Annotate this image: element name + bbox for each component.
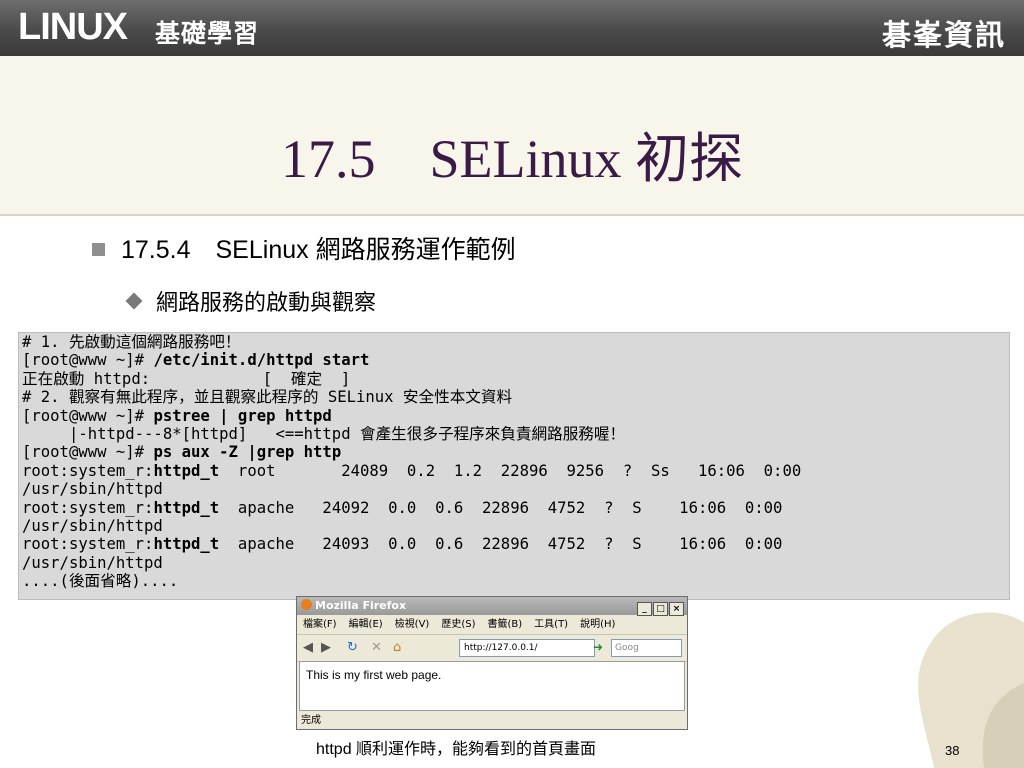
- browser-titlebar: Mozilla Firefox _ □ ×: [297, 597, 687, 617]
- code-line: # 2. 觀察有無此程序，並且觀察此程序的 SELinux 安全性本文資料: [22, 388, 801, 406]
- menu-item[interactable]: 檔案(F): [303, 619, 337, 630]
- back-icon[interactable]: ◀: [303, 640, 313, 655]
- go-icon[interactable]: ➜: [593, 640, 603, 654]
- brand-logo: LINUX: [18, 6, 128, 48]
- home-icon[interactable]: ⌂: [393, 640, 401, 655]
- code-text: root:system_r:: [22, 498, 154, 517]
- code-command: httpd_t: [153, 535, 220, 554]
- code-command: pstree | grep httpd: [153, 406, 332, 425]
- code-text: |-httpd---8*[httpd] <==httpd 會產生很多子程序來負責…: [22, 425, 626, 444]
- decorative-figure: [918, 612, 1024, 768]
- code-text: # 2. 觀察有無此程序，並且觀察此程序的 SELinux 安全性本文資料: [22, 388, 513, 407]
- code-line: /usr/sbin/httpd: [22, 517, 801, 535]
- code-text: apache 24092 0.0 0.6 22896 4752 ? S 16:0…: [219, 498, 783, 517]
- code-command: httpd_t: [153, 461, 220, 480]
- code-text: /usr/sbin/httpd: [22, 553, 163, 572]
- browser-window: Mozilla Firefox _ □ × 檔案(F) 編輯(E) 檢視(V) 歷史(S)…: [296, 596, 688, 730]
- status-bar: 完成: [301, 715, 321, 726]
- code-text: [root@www ~]#: [22, 443, 154, 462]
- code-text: apache 24093 0.0 0.6 22896 4752 ? S 16:0…: [219, 535, 783, 554]
- code-text: [root@www ~]#: [22, 406, 154, 425]
- menu-item[interactable]: 說明(H): [580, 619, 615, 630]
- brand-subtitle: 基礎學習: [155, 19, 260, 48]
- menu-item[interactable]: 工具(T): [534, 619, 568, 630]
- code-line: /usr/sbin/httpd: [22, 480, 801, 498]
- browser-content: This is my first web page.: [299, 661, 685, 711]
- slide-title: 17.5 SELinux 初探: [280, 129, 743, 189]
- code-line: root:system_r:httpd_t apache 24093 0.0 0…: [22, 535, 801, 553]
- code-text: [root@www ~]#: [22, 351, 154, 370]
- menu-item[interactable]: 檢視(V): [395, 619, 430, 630]
- code-line: |-httpd---8*[httpd] <==httpd 會產生很多子程序來負責…: [22, 425, 801, 443]
- code-text: root:system_r:: [22, 461, 154, 480]
- code-block: # 1. 先啟動這個網路服務吧！ [root@www ~]# /etc/init.…: [18, 332, 1010, 600]
- reload-icon[interactable]: ↻: [347, 640, 358, 655]
- menu-item[interactable]: 編輯(E): [349, 619, 383, 630]
- code-line: [root@www ~]# /etc/init.d/httpd start: [22, 351, 801, 369]
- forward-icon[interactable]: ▶: [321, 640, 331, 655]
- search-input[interactable]: Goog: [611, 639, 682, 657]
- bullet-level1: 17.5.4 SELinux 網路服務運作範例: [92, 230, 516, 266]
- close-icon[interactable]: ×: [669, 602, 684, 616]
- code-line: ....(後面省略)....: [22, 572, 801, 590]
- menu-item[interactable]: 書籤(B): [488, 619, 523, 630]
- address-bar[interactable]: http://127.0.0.1/: [459, 639, 595, 657]
- code-text: # 1. 先啟動這個網路服務吧！: [22, 333, 241, 351]
- browser-menubar: 檔案(F) 編輯(E) 檢視(V) 歷史(S) 書籤(B) 工具(T) 說明(H): [297, 615, 687, 635]
- code-text: /usr/sbin/httpd: [22, 517, 163, 536]
- bullet-level2: 網路服務的啟動與觀察: [125, 285, 377, 317]
- minimize-icon[interactable]: _: [637, 602, 652, 616]
- header-bar: LINUX 基礎學習 碁峯資訊: [0, 0, 1024, 56]
- code-line: root:system_r:httpd_t root 24089 0.2 1.2…: [22, 462, 801, 480]
- code-line: 正在啟動 httpd: [ 確定 ]: [22, 370, 801, 388]
- terminal-output: # 1. 先啟動這個網路服務吧！ [root@www ~]# /etc/init.…: [22, 333, 801, 591]
- code-command: httpd_t: [153, 498, 220, 517]
- bullet-level2-text: 網路服務的啟動與觀察: [156, 291, 377, 316]
- firefox-icon: [301, 599, 312, 610]
- browser-toolbar: ◀ ▶ ↻ ✕ ⌂ http://127.0.0.1/ ➜ Goog: [297, 635, 687, 662]
- diamond-bullet-icon: [125, 292, 143, 310]
- window-controls: _ □ ×: [636, 599, 684, 617]
- page-text: This is my first web page.: [306, 668, 442, 682]
- publisher-logo: 碁峯資訊: [881, 18, 1006, 52]
- square-bullet-icon: [92, 242, 105, 256]
- menu-item[interactable]: 歷史(S): [441, 619, 475, 630]
- code-line: /usr/sbin/httpd: [22, 554, 801, 572]
- code-line: [root@www ~]# pstree | grep httpd: [22, 407, 801, 425]
- code-line: root:system_r:httpd_t apache 24092 0.0 0…: [22, 499, 801, 517]
- code-text: root:system_r:: [22, 535, 154, 554]
- code-text: 正在啟動 httpd: [ 確定 ]: [22, 369, 351, 388]
- code-text: ....(後面省略)....: [22, 572, 179, 591]
- code-text: /usr/sbin/httpd: [22, 480, 163, 499]
- browser-title: Mozilla Firefox: [315, 599, 407, 612]
- bullet-level1-text: 17.5.4 SELinux 網路服務運作範例: [121, 236, 516, 264]
- code-command: /etc/init.d/httpd start: [153, 351, 370, 370]
- figure-caption: httpd 順利運作時，能夠看到的首頁畫面: [316, 741, 597, 758]
- code-line: [root@www ~]# ps aux -Z |grep http: [22, 443, 801, 461]
- page-number: 38: [945, 743, 960, 758]
- stop-icon[interactable]: ✕: [371, 640, 382, 655]
- maximize-icon[interactable]: □: [653, 602, 668, 616]
- title-area: 17.5 SELinux 初探: [0, 56, 1024, 216]
- code-text: root 24089 0.2 1.2 22896 9256 ? Ss 16:06…: [219, 461, 802, 480]
- code-command: ps aux -Z |grep http: [153, 443, 342, 462]
- code-line: # 1. 先啟動這個網路服務吧！: [22, 333, 801, 351]
